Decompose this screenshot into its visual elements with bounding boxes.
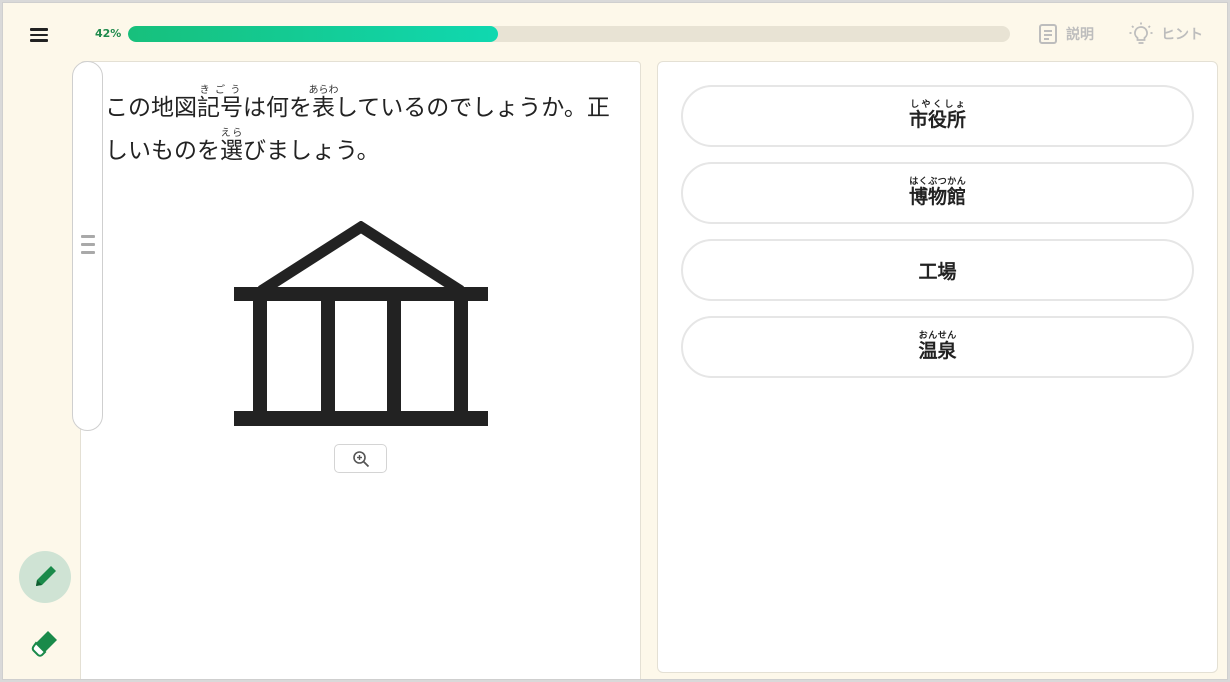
lightbulb-icon	[1129, 22, 1153, 44]
eraser-icon	[31, 631, 57, 657]
option-label: 工場	[918, 260, 957, 283]
progress-fill	[128, 26, 499, 42]
eraser-tool-button[interactable]	[19, 617, 71, 669]
side-drawer-handle[interactable]	[72, 61, 103, 431]
app-frame: 42% 説明 ヒント この地図記号きごうは何を表あらわしているのでしょうか。正し…	[2, 2, 1228, 680]
option-label: 市役所しやくしょ	[908, 100, 966, 132]
question-text-segment: この地図	[105, 95, 197, 121]
museum-map-symbol	[234, 221, 488, 426]
explain-label: 説明	[1066, 27, 1094, 43]
furigana-word: 選えら	[220, 128, 243, 165]
question-text-segment: びましょう。	[243, 138, 380, 164]
zoom-in-icon	[352, 450, 369, 467]
pencil-icon	[36, 566, 56, 586]
progress-bar	[128, 26, 1010, 42]
answer-option-4[interactable]: 温泉おんせん	[681, 316, 1194, 378]
answer-option-3[interactable]: 工場	[681, 239, 1194, 301]
explain-button[interactable]: 説明	[1038, 21, 1094, 47]
furigana-word: 記号きごう	[197, 85, 243, 122]
pencil-tool-button[interactable]	[19, 551, 71, 603]
progress-percent: 42%	[95, 27, 122, 40]
furigana-word: 表あらわ	[308, 85, 339, 122]
grip-icon	[81, 235, 95, 259]
question-text-segment: は何を	[243, 95, 312, 121]
option-label: 温泉おんせん	[918, 331, 957, 363]
hint-label: ヒント	[1161, 27, 1203, 43]
answer-option-2[interactable]: 博物館はくぶつかん	[681, 162, 1194, 224]
answer-option-1[interactable]: 市役所しやくしょ	[681, 85, 1194, 147]
question-text: この地図記号きごうは何を表あらわしているのでしょうか。正しいものを選えらびましょ…	[105, 85, 625, 173]
hamburger-menu-icon[interactable]	[30, 25, 54, 45]
option-label: 博物館はくぶつかん	[908, 177, 966, 209]
hint-button[interactable]: ヒント	[1129, 21, 1203, 47]
document-icon	[1039, 24, 1057, 44]
zoom-button[interactable]	[334, 444, 387, 473]
